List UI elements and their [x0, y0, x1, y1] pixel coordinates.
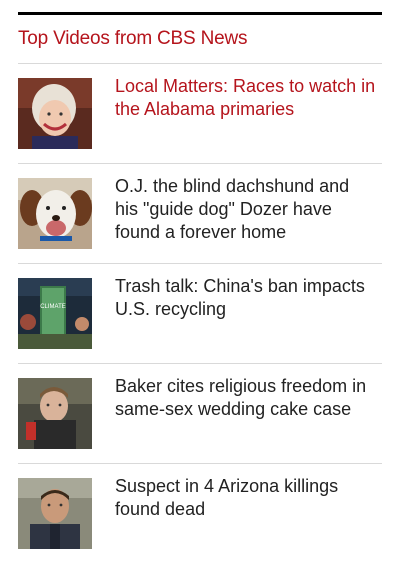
video-thumbnail-police-officer[interactable] — [18, 478, 92, 549]
video-thumbnail-dog[interactable] — [18, 178, 92, 249]
video-headline[interactable]: Local Matters: Races to watch in the Ala… — [115, 75, 377, 121]
climate-sign-label: CLIMATE — [40, 304, 66, 310]
video-headline[interactable]: Baker cites religious freedom in same-se… — [115, 375, 377, 421]
video-item-alabama-primaries[interactable]: Local Matters: Races to watch in the Ala… — [18, 64, 382, 163]
video-thumbnail-baker[interactable] — [18, 378, 92, 449]
video-headline[interactable]: Trash talk: China's ban impacts U.S. rec… — [115, 275, 377, 321]
video-headline[interactable]: O.J. the blind dachshund and his "guide … — [115, 175, 377, 244]
video-headline[interactable]: Suspect in 4 Arizona killings found dead — [115, 475, 377, 521]
video-widget: Top Videos from CBS News Local Matters: … — [18, 12, 382, 563]
video-item-arizona-suspect[interactable]: Suspect in 4 Arizona killings found dead — [18, 464, 382, 563]
video-item-china-recycling[interactable]: CLIMATE Trash talk: China's ban impacts … — [18, 264, 382, 363]
widget-top-rule — [18, 12, 382, 15]
video-thumbnail-older-woman[interactable] — [18, 78, 92, 149]
widget-title[interactable]: Top Videos from CBS News — [18, 28, 382, 50]
video-item-blind-dachshund[interactable]: O.J. the blind dachshund and his "guide … — [18, 164, 382, 263]
video-thumbnail-climate-studio[interactable]: CLIMATE — [18, 278, 92, 349]
video-item-baker-cake-case[interactable]: Baker cites religious freedom in same-se… — [18, 364, 382, 463]
